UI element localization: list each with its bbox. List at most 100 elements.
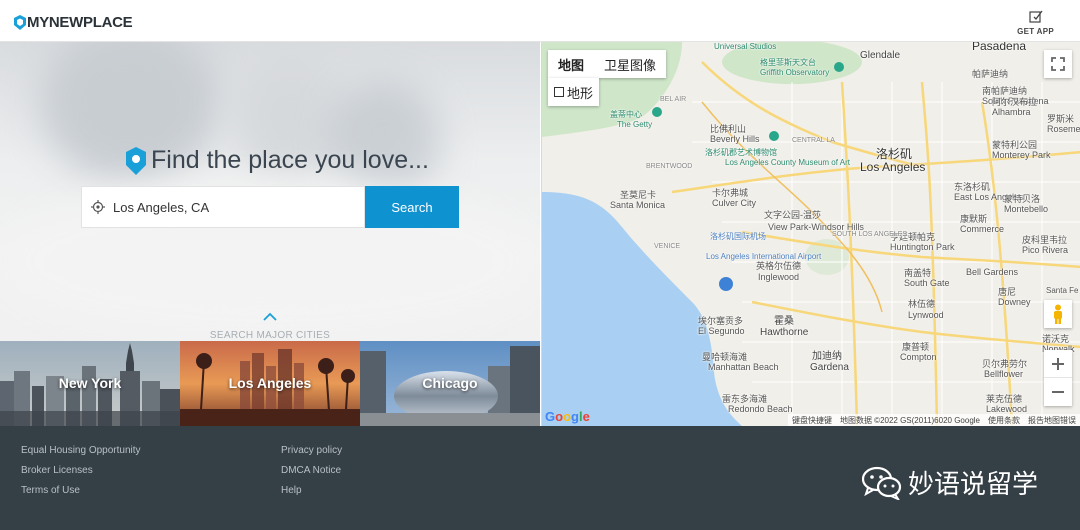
search-box[interactable] <box>81 186 365 228</box>
terms-of-use-link[interactable]: Terms of Use <box>21 485 141 496</box>
map-label: El Segundo <box>698 326 745 336</box>
privacy-policy-link[interactable]: Privacy policy <box>281 445 342 456</box>
map-label: 贝尔弗劳尔 <box>982 359 1028 369</box>
city-tile-los-angeles[interactable]: Los Angeles <box>180 341 360 426</box>
map-label: Lynwood <box>908 310 944 320</box>
map-label: 盖蒂中心 <box>610 110 642 119</box>
map-label: Montebello <box>1004 204 1049 214</box>
map-label: Griffith Observatory <box>760 68 830 77</box>
minus-icon <box>1052 391 1064 393</box>
locate-icon[interactable] <box>91 200 105 214</box>
report-error-link[interactable]: 报告地图错误 <box>1028 415 1076 426</box>
footer-links-col-2: Privacy policy DMCA Notice Help <box>281 445 342 505</box>
map-label: 圣莫尼卡 <box>620 190 657 200</box>
map-label: Universal Studios <box>714 42 777 51</box>
map-label: 阿尔汉布拉 <box>992 97 1038 107</box>
logo-text: MYNEWPLACE <box>27 13 133 31</box>
map-label: 卡尔弗城 <box>712 188 749 198</box>
map-label: 洛杉矶国际机场 <box>710 232 766 241</box>
map-label: Hawthorne <box>760 327 809 338</box>
map-data-text: 地图数据 ©2022 GS(2011)6020 Google <box>839 415 980 425</box>
map-label: Inglewood <box>758 272 800 282</box>
street-view-button[interactable] <box>1044 300 1072 328</box>
map-type-satellite-button[interactable]: 卫星图像 <box>594 50 666 78</box>
map-label: 帕萨迪纳 <box>972 69 1009 79</box>
map-label: Alhambra <box>992 107 1031 117</box>
map-label: 南盖特 <box>904 268 932 278</box>
wechat-text: 妙语说留学 <box>908 470 1039 500</box>
map-label: 莱克伍德 <box>986 394 1023 404</box>
keyboard-shortcuts-link[interactable]: 键盘快捷键 <box>792 415 832 426</box>
terrain-toggle[interactable]: 地形 <box>548 78 600 106</box>
equal-housing-link[interactable]: Equal Housing Opportunity <box>21 445 141 456</box>
zoom-in-button[interactable] <box>1044 350 1072 378</box>
map-label: Santa Fe Springs <box>1046 286 1080 295</box>
map-label: 比佛利山 <box>710 124 747 134</box>
hero-section: Find the place you love... Search SEARCH… <box>0 42 540 341</box>
map-label: Pasadena <box>972 42 1027 53</box>
map-label: Bellflower <box>984 369 1024 379</box>
city-name: Chicago <box>422 375 478 391</box>
map-label: Los Angeles County Museum of Art <box>725 158 850 167</box>
map-label: 唐尼 <box>998 287 1017 297</box>
terrain-label: 地形 <box>567 85 594 101</box>
fullscreen-button[interactable] <box>1044 50 1072 78</box>
map-label: 罗斯米 <box>1047 114 1075 124</box>
get-app-button[interactable]: GET APP <box>1017 10 1054 36</box>
map-label: Glendale <box>860 50 901 61</box>
map-label: Bell Gardens <box>966 267 1019 277</box>
broker-licenses-link[interactable]: Broker Licenses <box>21 465 141 476</box>
logo[interactable]: MYNEWPLACE <box>14 12 133 32</box>
get-app-label: GET APP <box>1017 27 1054 36</box>
map-label: Los Angeles International Airport <box>706 252 822 261</box>
hero-title-text: Find the place you love... <box>151 146 429 174</box>
location-pin-icon <box>126 146 146 175</box>
map-label: Commerce <box>960 224 1005 234</box>
map-label: 蒙特贝洛 <box>1004 194 1041 204</box>
city-name: Los Angeles <box>228 375 312 391</box>
map-label: 蒙特利公园 <box>992 140 1038 150</box>
city-name: New York <box>58 375 122 391</box>
city-tiles: New York Los Angeles Chicago <box>0 341 540 426</box>
search-button[interactable]: Search <box>365 186 459 228</box>
city-tile-chicago[interactable]: Chicago <box>360 341 540 426</box>
zoom-out-button[interactable] <box>1044 378 1072 406</box>
map-label: 皮科里韦拉 <box>1022 235 1068 245</box>
footer: Equal Housing Opportunity Broker License… <box>0 426 1080 530</box>
map-label: 诺沃克 <box>1042 334 1070 344</box>
header: MYNEWPLACE GET APP <box>0 0 1080 42</box>
map-label: Los Angeles <box>860 160 926 174</box>
help-link[interactable]: Help <box>281 485 342 496</box>
map-attribution: 键盘快捷键 地图数据 ©2022 GS(2011)6020 Google 使用条… <box>787 414 1080 426</box>
map-label: 加迪纳 <box>812 351 842 362</box>
map-label: Santa Monica <box>610 200 666 210</box>
search-input[interactable] <box>113 199 353 215</box>
city-tile-new-york[interactable]: New York <box>0 341 180 426</box>
map-label: 南帕萨迪纳 <box>982 86 1028 96</box>
chevron-up-icon <box>263 312 277 321</box>
map-label: Lakewood <box>986 404 1028 414</box>
dmca-notice-link[interactable]: DMCA Notice <box>281 465 342 476</box>
map-label: 康默斯 <box>960 214 988 224</box>
map-label: 埃尔塞贡多 <box>698 316 744 326</box>
map-label: 康普顿 <box>902 342 930 352</box>
map-label: The Getty <box>617 120 653 129</box>
major-cities-toggle[interactable]: SEARCH MAJOR CITIES <box>0 312 540 341</box>
terrain-checkbox[interactable] <box>554 87 564 97</box>
map-label: South Gate <box>904 278 950 288</box>
major-cities-label: SEARCH MAJOR CITIES <box>209 330 331 341</box>
map-label: 洛杉矶郡艺术博物馆 <box>705 148 777 157</box>
map-label: 雷东多海滩 <box>722 394 768 404</box>
map-label: Gardena <box>810 362 849 373</box>
map-label: Huntington Park <box>890 242 955 252</box>
map-label: Redondo Beach <box>728 404 793 414</box>
fullscreen-icon <box>1051 57 1065 71</box>
google-logo: Google <box>545 409 590 424</box>
terms-link[interactable]: 使用条款 <box>988 415 1020 426</box>
map-type-map-button[interactable]: 地图 <box>548 50 594 78</box>
map-panel[interactable]: Pasadena 帕萨迪纳 Glendale Universal Studios… <box>541 42 1080 426</box>
hero-title: Find the place you love... <box>126 146 429 175</box>
wechat-icon <box>862 466 902 500</box>
map-label: 英格尔伍德 <box>756 261 802 271</box>
map-label: VENICE <box>654 243 681 250</box>
